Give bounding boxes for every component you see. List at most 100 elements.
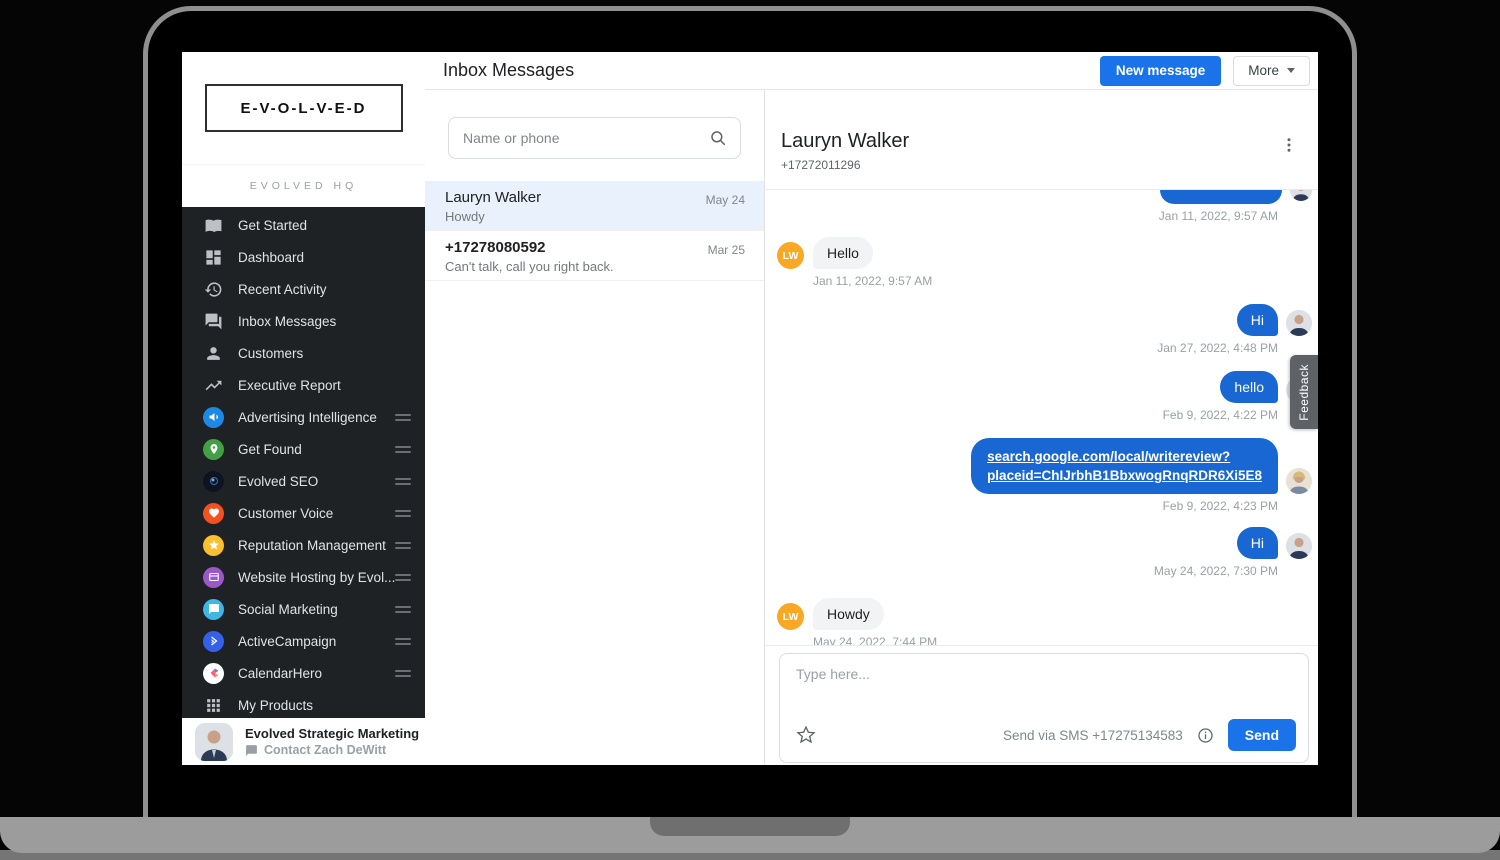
- browser-window-icon: [203, 567, 224, 588]
- sidebar-item-evolved-seo[interactable]: Evolved SEO: [182, 465, 425, 497]
- page-title: Inbox Messages: [443, 60, 574, 81]
- page-canvas: E-V-O-L-V-E-D EVOLVED HQ Get Started Das…: [0, 0, 1500, 860]
- feedback-tab[interactable]: Feedback: [1290, 355, 1318, 429]
- review-link[interactable]: placeid=ChIJrbhB1BbxwogRnqRDR6Xi5E8: [987, 466, 1262, 485]
- drag-handle-icon[interactable]: [395, 574, 411, 581]
- sidebar: E-V-O-L-V-E-D EVOLVED HQ Get Started Das…: [182, 52, 425, 765]
- sidebar-item-activecampaign[interactable]: ActiveCampaign: [182, 625, 425, 657]
- conversation-name: Lauryn Walker: [445, 189, 745, 206]
- drag-handle-icon[interactable]: [395, 542, 411, 549]
- message-row-outgoing: hello: [765, 371, 1318, 403]
- message-bubble: hello: [1220, 371, 1278, 403]
- drag-handle-icon[interactable]: [395, 478, 411, 485]
- feedback-label: Feedback: [1297, 364, 1311, 421]
- avatar-initials: LW: [777, 603, 804, 630]
- star-outline-icon[interactable]: [796, 725, 816, 745]
- app-window: E-V-O-L-V-E-D EVOLVED HQ Get Started Das…: [182, 52, 1318, 765]
- message-input[interactable]: [796, 666, 1256, 714]
- sidebar-item-label: Executive Report: [238, 378, 341, 393]
- message-bubble-partial: [765, 190, 1318, 204]
- message-timestamp: Feb 9, 2022, 4:23 PM: [765, 499, 1318, 513]
- drag-handle-icon[interactable]: [395, 606, 411, 613]
- kebab-menu-icon[interactable]: [1280, 136, 1298, 154]
- message-row-outgoing-link: search.google.com/local/writereview? pla…: [765, 438, 1318, 494]
- forum-icon: [202, 310, 224, 332]
- avatar: [1286, 533, 1312, 559]
- drag-handle-icon[interactable]: [395, 670, 411, 677]
- message-bubble: Hi: [1237, 304, 1278, 336]
- chat-contact-phone: +17272011296: [781, 158, 861, 172]
- megaphone-icon: [203, 407, 224, 428]
- sidebar-item-get-started[interactable]: Get Started: [182, 209, 425, 241]
- message-timestamp: Jan 11, 2022, 9:57 AM: [765, 274, 1318, 288]
- avatar-initials: LW: [777, 242, 804, 269]
- sidebar-item-social-marketing[interactable]: Social Marketing: [182, 593, 425, 625]
- message-bubble-link: search.google.com/local/writereview? pla…: [971, 438, 1278, 494]
- drag-handle-icon[interactable]: [395, 446, 411, 453]
- chat-contact-name: Lauryn Walker: [781, 130, 909, 153]
- heart-icon: [203, 503, 224, 524]
- sidebar-footer[interactable]: Evolved Strategic Marketing Contact Zach…: [182, 718, 425, 765]
- message-timestamp: Jan 27, 2022, 4:48 PM: [765, 341, 1318, 355]
- conversation-date: Mar 25: [708, 243, 745, 257]
- sidebar-item-reputation-management[interactable]: Reputation Management: [182, 529, 425, 561]
- sidebar-item-advertising-intelligence[interactable]: Advertising Intelligence: [182, 401, 425, 433]
- sidebar-item-website-hosting[interactable]: Website Hosting by Evol...: [182, 561, 425, 593]
- search-input[interactable]: [463, 118, 713, 158]
- header-actions: New message More: [1100, 56, 1310, 86]
- compose-area: Send via SMS +17275134583 Send: [765, 645, 1318, 765]
- message-bubble: Hi: [1237, 527, 1278, 559]
- contact-row[interactable]: Contact Zach DeWitt: [245, 743, 419, 757]
- sidebar-item-recent-activity[interactable]: Recent Activity: [182, 273, 425, 305]
- history-icon: [202, 278, 224, 300]
- drag-handle-icon[interactable]: [395, 638, 411, 645]
- conversation-date: May 24: [706, 193, 745, 207]
- sidebar-item-label: Dashboard: [238, 250, 304, 265]
- message-row-incoming: LW Howdy: [765, 598, 1318, 630]
- dashboard-icon: [202, 246, 224, 268]
- sidebar-item-my-products[interactable]: My Products: [182, 689, 425, 718]
- drag-handle-icon[interactable]: [395, 414, 411, 421]
- device-home-notch: [650, 817, 850, 836]
- message-row-incoming: LW Hello: [765, 237, 1318, 269]
- sidebar-item-label: Get Started: [238, 218, 307, 233]
- info-icon[interactable]: [1197, 727, 1214, 744]
- sidebar-subtitle: EVOLVED HQ: [182, 164, 425, 207]
- search-icon[interactable]: [709, 129, 727, 147]
- sidebar-item-inbox-messages[interactable]: Inbox Messages: [182, 305, 425, 337]
- sidebar-item-get-found[interactable]: Get Found: [182, 433, 425, 465]
- review-link[interactable]: search.google.com/local/writereview?: [987, 447, 1262, 466]
- more-label: More: [1248, 63, 1279, 78]
- grid-icon: [202, 694, 224, 716]
- drag-handle-icon[interactable]: [395, 510, 411, 517]
- message-timestamp: May 24, 2022, 7:44 PM: [765, 635, 1318, 645]
- sidebar-item-label: Get Found: [238, 442, 302, 457]
- chevron-down-icon: [1287, 68, 1295, 73]
- new-message-button[interactable]: New message: [1100, 56, 1221, 86]
- sidebar-item-calendarhero[interactable]: CalendarHero: [182, 657, 425, 689]
- send-button[interactable]: Send: [1228, 719, 1296, 751]
- contact-label: Contact Zach DeWitt: [264, 743, 386, 757]
- sidebar-item-dashboard[interactable]: Dashboard: [182, 241, 425, 273]
- message-timestamp: May 24, 2022, 7:30 PM: [765, 564, 1318, 578]
- conversation-list-panel: Lauryn Walker Howdy May 24 +17278080592 …: [425, 90, 765, 765]
- sidebar-item-label: Social Marketing: [238, 602, 338, 617]
- conversation-name: +17278080592: [445, 239, 745, 256]
- sidebar-item-label: Inbox Messages: [238, 314, 336, 329]
- conversation-item-lauryn-walker[interactable]: Lauryn Walker Howdy May 24: [425, 181, 764, 231]
- message-row-outgoing: Hi: [765, 304, 1318, 336]
- sidebar-item-executive-report[interactable]: Executive Report: [182, 369, 425, 401]
- send-group: Send via SMS +17275134583 Send: [1003, 719, 1296, 751]
- conversation-item-phone[interactable]: +17278080592 Can't talk, call you right …: [425, 231, 764, 281]
- message-bubble: Howdy: [813, 598, 884, 630]
- location-pin-icon: [203, 439, 224, 460]
- message-history[interactable]: Jan 11, 2022, 9:57 AM LW Hello Jan 11, 2…: [765, 190, 1318, 645]
- avatar: [195, 723, 233, 761]
- sidebar-item-customers[interactable]: Customers: [182, 337, 425, 369]
- company-name: Evolved Strategic Marketing: [245, 726, 419, 741]
- sidebar-item-label: My Products: [238, 698, 313, 713]
- sidebar-item-customer-voice[interactable]: Customer Voice: [182, 497, 425, 529]
- more-button[interactable]: More: [1233, 56, 1310, 86]
- compose-toolbar: Send via SMS +17275134583 Send: [796, 719, 1296, 751]
- chat-bubble-icon: [203, 599, 224, 620]
